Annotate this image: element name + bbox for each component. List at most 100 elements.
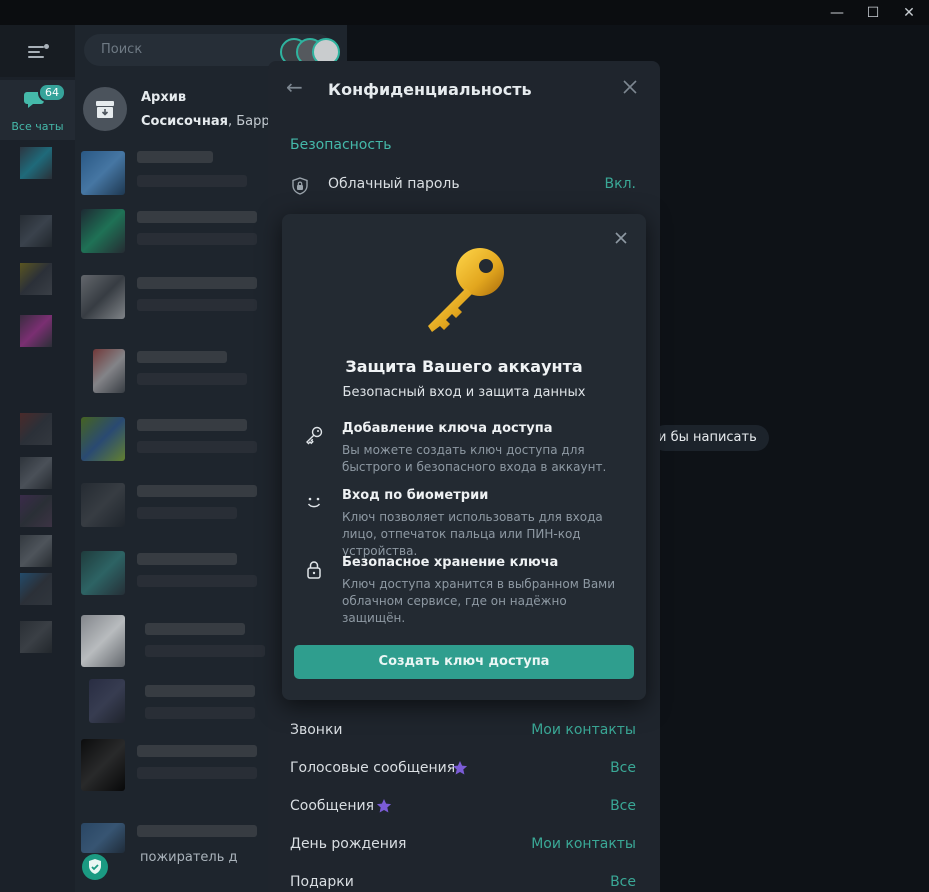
chat-title [137,351,227,363]
archive-subtitle-bold: Сосисочная [141,114,228,129]
unread-badge: 64 [38,83,66,102]
modal-title: Защита Вашего аккаунта [345,357,583,376]
chat-preview [137,373,247,385]
folder-item[interactable] [20,315,52,347]
row-label: Голосовые сообщения [290,760,456,776]
close-icon[interactable] [620,77,640,97]
hamburger-icon [28,44,49,58]
feature-title: Добавление ключа доступа [342,421,553,436]
feature-description: Ключ позволяет использовать для входа ли… [342,510,603,558]
cloud-password-row[interactable]: Облачный пароль Вкл. [268,166,660,204]
chat-avatar [89,679,125,723]
folder-item[interactable] [20,147,52,179]
chat-title [145,623,245,635]
chat-avatar [81,417,125,461]
chat-avatar [81,151,125,195]
premium-star-icon [452,761,468,775]
row-label: Звонки [290,722,343,738]
feature-item: Добавление ключа доступа Вы можете созда… [302,421,632,481]
folder-item[interactable] [20,573,52,605]
back-arrow-icon[interactable]: ← [286,77,306,97]
archive-title: Архив [141,90,187,105]
chat-title [137,277,257,289]
chat-preview [137,233,257,245]
close-icon[interactable] [613,230,629,246]
chat-title [137,211,257,223]
chat-avatar [81,823,125,853]
chat-avatar [81,483,125,527]
golden-key-icon [428,248,504,332]
cloud-password-value: Вкл. [604,176,636,192]
security-section-header: Безопасность [290,137,392,153]
row-value: Мои контакты [531,722,636,738]
chat-avatar [81,551,125,595]
chat-avatar [81,739,125,791]
page-title: Конфиденциальность [328,80,532,99]
feature-description: Ключ доступа хранится в выбранном Вами о… [342,577,616,625]
chat-avatar [81,275,125,319]
key-outline-icon [306,426,323,445]
folder-label: Все чаты [11,120,64,133]
cloud-password-label: Облачный пароль [328,176,460,192]
privacy-row-gifts[interactable]: Подарки Все [268,864,660,892]
row-label: День рождения [290,836,407,852]
row-value: Мои контакты [531,836,636,852]
chat-preview-text: пожиратель д [140,850,238,865]
archive-icon [83,87,127,131]
chat-avatar [93,349,125,393]
row-value: Все [610,760,636,776]
modal-subtitle: Безопасный вход и защита данных [342,385,586,400]
row-value: Все [610,798,636,814]
verified-shield-icon [82,854,108,880]
minimize-button[interactable]: — [826,3,848,23]
archive-subtitle: Сосисочная, Баррел [141,114,286,129]
shield-lock-icon [292,177,308,195]
lock-icon [307,561,321,579]
chat-title [137,553,237,565]
premium-star-icon [376,799,392,813]
folder-item[interactable] [20,457,52,489]
main-menu-button[interactable] [0,25,75,77]
privacy-row-voice[interactable]: Голосовые сообщения Все [268,750,660,788]
privacy-row-calls[interactable]: Звонки Мои контакты [268,712,660,750]
chat-preview [137,767,257,779]
feature-title: Вход по биометрии [342,488,489,503]
chat-title [137,825,257,837]
chat-preview [137,441,257,453]
close-window-button[interactable]: ✕ [898,3,920,23]
chat-preview [137,299,257,311]
chat-avatar [81,209,125,253]
chat-preview [145,707,255,719]
empty-chat-hint: и бы написать [652,425,769,451]
folder-item[interactable] [20,621,52,653]
maximize-button[interactable]: ☐ [862,3,884,23]
create-passkey-button[interactable]: Создать ключ доступа [294,645,634,679]
chat-title [145,685,255,697]
feature-item: Безопасное хранение ключа Ключ доступа х… [302,555,632,625]
chat-title [137,419,247,431]
chat-preview [137,507,237,519]
feature-title: Безопасное хранение ключа [342,555,559,570]
privacy-row-messages[interactable]: Сообщения Все [268,788,660,826]
chat-preview [137,575,257,587]
face-smile-icon [307,497,321,508]
row-label: Сообщения [290,798,375,814]
folder-item[interactable] [20,215,52,247]
search-placeholder: Поиск [101,42,143,57]
privacy-row-birthday[interactable]: День рождения Мои контакты [268,826,660,864]
chat-avatar [81,615,125,667]
chat-title [137,745,257,757]
feature-item: Вход по биометрии Ключ позволяет использ… [302,488,632,558]
feature-description: Вы можете создать ключ доступа для быстр… [342,443,607,474]
folder-item[interactable] [20,535,52,567]
folder-item[interactable] [20,263,52,295]
chat-title [137,151,213,163]
chat-title [137,485,257,497]
folder-all-chats[interactable]: 64 Все чаты [0,80,75,140]
folder-item[interactable] [20,495,52,527]
window-titlebar: — ☐ ✕ [0,0,929,25]
folder-sidebar: 64 Все чаты [0,25,75,892]
folder-item[interactable] [20,413,52,445]
chat-preview [137,175,247,187]
row-label: Подарки [290,874,354,890]
